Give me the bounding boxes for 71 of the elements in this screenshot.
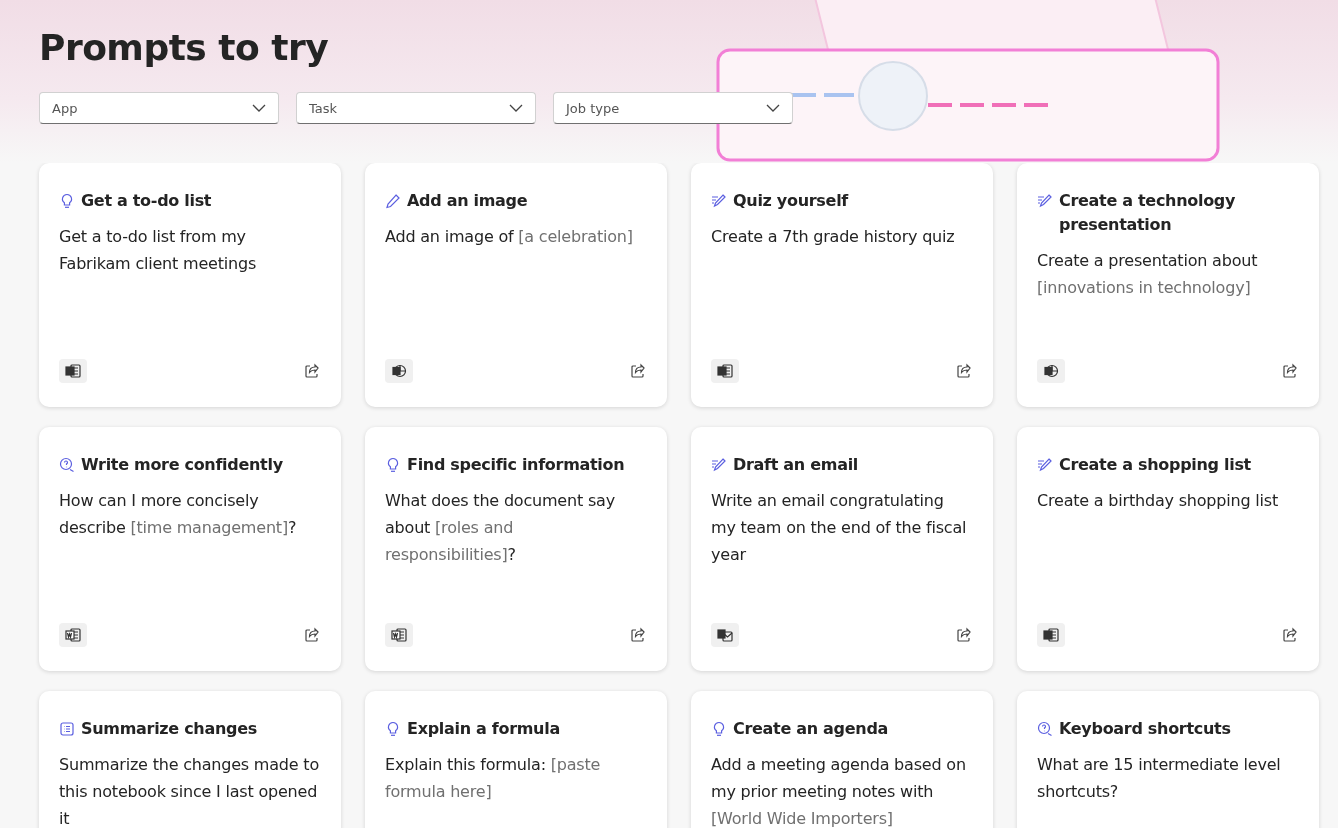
prompt-text: How can I more concisely describe [time management]? — [59, 490, 298, 539]
prompt-card[interactable]: Create a shopping list Create a birthday shopping list — [1017, 427, 1319, 671]
slides-app-icon — [385, 359, 413, 383]
notebook-app-icon — [59, 359, 87, 383]
card-title: Find specific information — [407, 454, 625, 476]
prompt-text: Write an email congratulating my team on the end of the fiscal year — [711, 490, 968, 566]
prompt-text: Explain this formula: [paste formula here] — [385, 754, 602, 803]
card-title: Quiz yourself — [733, 190, 848, 212]
prompt-card[interactable]: Keyboard shortcuts What are 15 intermediate level shortcuts? — [1017, 691, 1319, 828]
prompt-card[interactable]: Get a to-do list Get a to-do list from my Fabrikam client meetings — [39, 163, 341, 407]
prompt-card[interactable]: Write more confidently How can I more concisely describe [time management]? — [39, 427, 341, 671]
chevron-down-icon — [766, 104, 780, 112]
prompt-card[interactable]: Create an agenda Add a meeting agenda based on my prior meeting notes with [World Wide Importers] — [691, 691, 993, 828]
share-button[interactable] — [955, 626, 973, 644]
prompt-text: Get a to-do list from my Fabrikam client meetings — [59, 226, 258, 275]
filter-dropdown[interactable]: Job type — [553, 92, 793, 124]
prompt-card[interactable]: Create a technology presentation Create a presentation about [innovations in technology] — [1017, 163, 1319, 407]
share-button[interactable] — [629, 362, 647, 380]
prompt-text: Add a meeting agenda based on my prior meeting notes with [World Wide Importers] — [711, 754, 967, 828]
card-title: Draft an email — [733, 454, 858, 476]
filter-dropdown[interactable]: App — [39, 92, 279, 124]
prompt-card[interactable]: Explain a formula Explain this formula: [paste formula here] — [365, 691, 667, 828]
prompt-card[interactable]: Add an image Add an image of [a celebration] — [365, 163, 667, 407]
prompt-text: Create a birthday shopping list — [1037, 490, 1279, 512]
card-title: Create an agenda — [733, 718, 889, 740]
prompt-text: Create a presentation about [innovations in technology] — [1037, 250, 1259, 299]
mail-app-icon — [711, 623, 739, 647]
chevron-down-icon — [509, 104, 523, 112]
notebook-app-icon — [711, 359, 739, 383]
chat-question-icon — [59, 457, 75, 473]
lightbulb-icon — [711, 721, 727, 737]
prompt-text: What are 15 intermediate level shortcuts? — [1037, 754, 1282, 803]
prompt-text: What does the document say about [roles and responsibilities]? — [385, 490, 616, 566]
notebook-app-icon — [1037, 623, 1065, 647]
prompt-card[interactable]: Summarize changes Summarize the changes made to this notebook since I last opened it — [39, 691, 341, 828]
card-title: Explain a formula — [407, 718, 560, 740]
card-title: Write more confidently — [81, 454, 283, 476]
document-app-icon — [385, 623, 413, 647]
prompt-card[interactable]: Quiz yourself Create a 7th grade history quiz — [691, 163, 993, 407]
lightbulb-icon — [385, 721, 401, 737]
share-button[interactable] — [303, 362, 321, 380]
share-button[interactable] — [955, 362, 973, 380]
card-title: Get a to-do list — [81, 190, 212, 212]
slides-app-icon — [1037, 359, 1065, 383]
lightbulb-icon — [385, 457, 401, 473]
prompt-card[interactable]: Draft an email Write an email congratulating my team on the end of the fiscal year — [691, 427, 993, 671]
chevron-down-icon — [252, 104, 266, 112]
prompt-text: Summarize the changes made to this notebook since I last opened it — [59, 754, 320, 828]
share-button[interactable] — [629, 626, 647, 644]
pen-lines-icon — [711, 457, 727, 473]
share-button[interactable] — [303, 626, 321, 644]
card-title: Create a shopping list — [1059, 454, 1251, 476]
prompt-card[interactable]: Find specific information What does the document say about [roles and responsibilities]? — [365, 427, 667, 671]
list-icon — [59, 721, 75, 737]
card-title: Summarize changes — [81, 718, 257, 740]
pen-lines-icon — [1037, 457, 1053, 473]
document-app-icon — [59, 623, 87, 647]
pen-lines-icon — [1037, 193, 1053, 209]
page-title: Prompts to try — [39, 26, 330, 70]
pen-lines-icon — [711, 193, 727, 209]
share-button[interactable] — [1281, 362, 1299, 380]
pencil-icon — [385, 193, 401, 209]
card-title: Keyboard shortcuts — [1059, 718, 1231, 740]
share-button[interactable] — [1281, 626, 1299, 644]
chat-question-icon — [1037, 721, 1053, 737]
filter-dropdown[interactable]: Task — [296, 92, 536, 124]
prompt-text: Add an image of [a celebration] — [385, 226, 634, 248]
card-title: Create a technology presentation — [1059, 190, 1237, 236]
lightbulb-icon — [59, 193, 75, 209]
card-title: Add an image — [407, 190, 528, 212]
prompt-text: Create a 7th grade history quiz — [711, 226, 956, 248]
